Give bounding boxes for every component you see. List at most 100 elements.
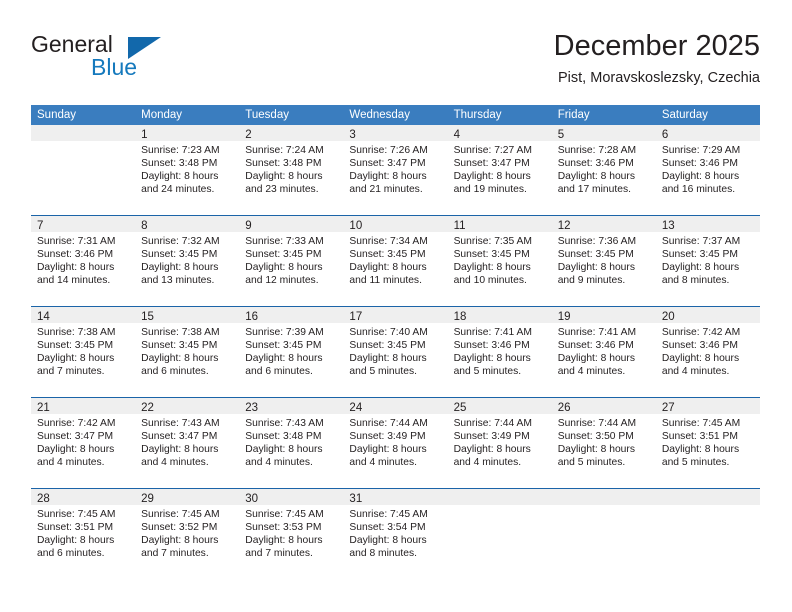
day-cell[interactable]: 22 Sunrise: 7:43 AM Sunset: 3:47 PM Dayligh… <box>135 398 240 488</box>
calendar-week-row: 14 Sunrise: 7:38 AM Sunset: 3:45 PM Dayligh… <box>31 306 760 397</box>
day-number: 24 <box>349 402 363 414</box>
day-details: Sunrise: 7:37 AM Sunset: 3:45 PM Daylight:… <box>656 232 760 287</box>
day-detail-line: Daylight: 8 hours <box>661 262 740 274</box>
day-cell[interactable]: 9 Sunrise: 7:33 AM Sunset: 3:45 PM Daylight… <box>239 216 344 306</box>
day-cell[interactable]: 17 Sunrise: 7:40 AM Sunset: 3:45 PM Dayligh… <box>343 307 448 397</box>
day-cell[interactable]: 23 Sunrise: 7:43 AM Sunset: 3:48 PM Dayligh… <box>239 398 344 488</box>
day-detail-line: Daylight: 8 hours <box>557 171 635 183</box>
day-detail-line: Sunrise: 7:33 AM <box>245 236 324 247</box>
day-cell[interactable]: 29 Sunrise: 7:45 AM Sunset: 3:52 PM Dayligh… <box>135 489 240 579</box>
day-cell[interactable]: 25 Sunrise: 7:44 AM Sunset: 3:49 PM Dayligh… <box>447 398 552 488</box>
day-number-band: 9 <box>239 216 344 232</box>
day-detail-line: Sunset: 3:47 PM <box>141 431 218 443</box>
day-detail-line: Sunset: 3:46 PM <box>557 158 634 170</box>
day-details: Sunrise: 7:23 AM Sunset: 3:48 PM Daylight:… <box>135 141 239 196</box>
day-cell[interactable]: 1 Sunrise: 7:23 AM Sunset: 3:48 PM Daylight… <box>135 125 240 215</box>
day-detail-line: Daylight: 8 hours <box>245 535 323 547</box>
day-number: 4 <box>453 129 460 141</box>
day-detail-line: Sunrise: 7:23 AM <box>141 145 220 156</box>
day-detail-line: Sunrise: 7:24 AM <box>245 145 324 156</box>
day-detail-line: Sunset: 3:45 PM <box>453 249 530 261</box>
day-detail-line: Daylight: 8 hours <box>141 171 219 183</box>
day-number: 17 <box>349 311 363 323</box>
day-details: Sunrise: 7:28 AM Sunset: 3:46 PM Daylight:… <box>552 141 656 196</box>
page-title: December 2025 <box>553 30 760 62</box>
day-cell[interactable]: 20 Sunrise: 7:42 AM Sunset: 3:46 PM Dayligh… <box>655 307 760 397</box>
day-cell[interactable]: 18 Sunrise: 7:41 AM Sunset: 3:46 PM Dayligh… <box>447 307 552 397</box>
day-number-band: 20 <box>655 307 760 323</box>
day-cell[interactable]: 27 Sunrise: 7:45 AM Sunset: 3:51 PM Dayligh… <box>655 398 760 488</box>
day-number-band: 2 <box>239 125 344 141</box>
day-details: Sunrise: 7:41 AM Sunset: 3:46 PM Daylight:… <box>448 323 552 378</box>
day-number-band: 19 <box>551 307 656 323</box>
day-detail-line: Daylight: 8 hours <box>557 353 635 365</box>
day-cell[interactable]: 30 Sunrise: 7:45 AM Sunset: 3:53 PM Dayligh… <box>239 489 344 579</box>
day-number-band: 31 <box>343 489 448 505</box>
day-detail-line: and 6 minutes. <box>141 366 209 378</box>
day-detail-line: Sunset: 3:47 PM <box>349 158 426 170</box>
day-detail-line: and 4 minutes. <box>349 457 417 469</box>
day-cell[interactable]: 7 Sunrise: 7:31 AM Sunset: 3:46 PM Daylight… <box>31 216 136 306</box>
day-cell[interactable]: 8 Sunrise: 7:32 AM Sunset: 3:45 PM Daylight… <box>135 216 240 306</box>
day-cell[interactable]: 31 Sunrise: 7:45 AM Sunset: 3:54 PM Dayligh… <box>343 489 448 579</box>
day-number-band: 16 <box>239 307 344 323</box>
day-number: 22 <box>141 402 154 414</box>
day-details: Sunrise: 7:44 AM Sunset: 3:50 PM Daylight:… <box>552 414 656 469</box>
day-cell[interactable]: 13 Sunrise: 7:37 AM Sunset: 3:45 PM Dayligh… <box>655 216 760 306</box>
day-details: Sunrise: 7:45 AM Sunset: 3:54 PM Daylight:… <box>343 505 447 560</box>
day-detail-line: and 11 minutes. <box>349 275 422 287</box>
calendar-week-row: 1 Sunrise: 7:23 AM Sunset: 3:48 PM Daylight… <box>31 125 760 215</box>
day-cell[interactable]: 15 Sunrise: 7:38 AM Sunset: 3:45 PM Dayligh… <box>135 307 240 397</box>
day-cell[interactable]: 11 Sunrise: 7:35 AM Sunset: 3:45 PM Dayligh… <box>447 216 552 306</box>
day-detail-line: Daylight: 8 hours <box>349 171 427 183</box>
day-number: 13 <box>661 220 675 232</box>
day-cell-empty <box>655 489 760 579</box>
weekday-header-tuesday: Tuesday <box>245 109 289 121</box>
day-cell[interactable]: 3 Sunrise: 7:26 AM Sunset: 3:47 PM Daylight… <box>343 125 448 215</box>
day-detail-line: Sunset: 3:48 PM <box>245 158 322 170</box>
day-detail-line: and 5 minutes. <box>661 457 730 469</box>
day-detail-line: Daylight: 8 hours <box>37 444 115 456</box>
day-detail-line: Sunset: 3:45 PM <box>245 249 322 261</box>
calendar-weeks: 1 Sunrise: 7:23 AM Sunset: 3:48 PM Daylight… <box>31 125 760 579</box>
day-cell[interactable]: 12 Sunrise: 7:36 AM Sunset: 3:45 PM Dayligh… <box>551 216 656 306</box>
day-number: 31 <box>349 493 363 505</box>
day-detail-line: Sunset: 3:49 PM <box>453 431 530 443</box>
day-number: 21 <box>37 402 50 414</box>
calendar-week-row: 28 Sunrise: 7:45 AM Sunset: 3:51 PM Dayligh… <box>31 488 760 579</box>
day-cell[interactable]: 14 Sunrise: 7:38 AM Sunset: 3:45 PM Dayligh… <box>31 307 136 397</box>
day-detail-line: Daylight: 8 hours <box>453 353 531 365</box>
day-details: Sunrise: 7:27 AM Sunset: 3:47 PM Daylight:… <box>448 141 552 196</box>
day-number: 12 <box>557 220 571 232</box>
day-cell[interactable]: 26 Sunrise: 7:44 AM Sunset: 3:50 PM Dayligh… <box>551 398 656 488</box>
day-detail-line: and 9 minutes. <box>557 275 626 287</box>
day-number-band: 5 <box>551 125 656 141</box>
day-detail-line: Daylight: 8 hours <box>349 444 427 456</box>
day-detail-line: Sunset: 3:45 PM <box>349 249 426 261</box>
day-cell[interactable]: 21 Sunrise: 7:42 AM Sunset: 3:47 PM Dayligh… <box>31 398 136 488</box>
day-detail-line: Sunrise: 7:45 AM <box>141 509 220 520</box>
day-details: Sunrise: 7:39 AM Sunset: 3:45 PM Daylight:… <box>239 323 343 378</box>
day-detail-line: Daylight: 8 hours <box>453 444 531 456</box>
day-number-band: 28 <box>31 489 136 505</box>
weekday-header-saturday: Saturday <box>661 109 708 121</box>
day-cell[interactable]: 28 Sunrise: 7:45 AM Sunset: 3:51 PM Dayligh… <box>31 489 136 579</box>
day-cell[interactable]: 16 Sunrise: 7:39 AM Sunset: 3:45 PM Dayligh… <box>239 307 344 397</box>
day-cell[interactable]: 6 Sunrise: 7:29 AM Sunset: 3:46 PM Daylight… <box>655 125 760 215</box>
day-cell[interactable]: 2 Sunrise: 7:24 AM Sunset: 3:48 PM Daylight… <box>239 125 344 215</box>
day-detail-line: Daylight: 8 hours <box>141 353 219 365</box>
day-detail-line: Sunset: 3:47 PM <box>453 158 530 170</box>
day-number-band <box>655 489 760 505</box>
general-blue-logo[interactable]: General Blue <box>31 31 241 91</box>
day-number: 30 <box>245 493 259 505</box>
day-detail-line: Sunrise: 7:41 AM <box>453 327 532 338</box>
day-cell[interactable]: 10 Sunrise: 7:34 AM Sunset: 3:45 PM Dayligh… <box>343 216 448 306</box>
page-header: General Blue December 2025 Pist, Moravsk… <box>31 28 760 96</box>
day-cell[interactable]: 24 Sunrise: 7:44 AM Sunset: 3:49 PM Dayligh… <box>343 398 448 488</box>
day-cell[interactable]: 4 Sunrise: 7:27 AM Sunset: 3:47 PM Daylight… <box>447 125 552 215</box>
day-cell[interactable]: 19 Sunrise: 7:41 AM Sunset: 3:46 PM Dayligh… <box>551 307 656 397</box>
day-cell[interactable]: 5 Sunrise: 7:28 AM Sunset: 3:46 PM Daylight… <box>551 125 656 215</box>
day-number-band: 29 <box>135 489 240 505</box>
day-detail-line: Daylight: 8 hours <box>453 262 531 274</box>
day-number-band: 4 <box>447 125 552 141</box>
